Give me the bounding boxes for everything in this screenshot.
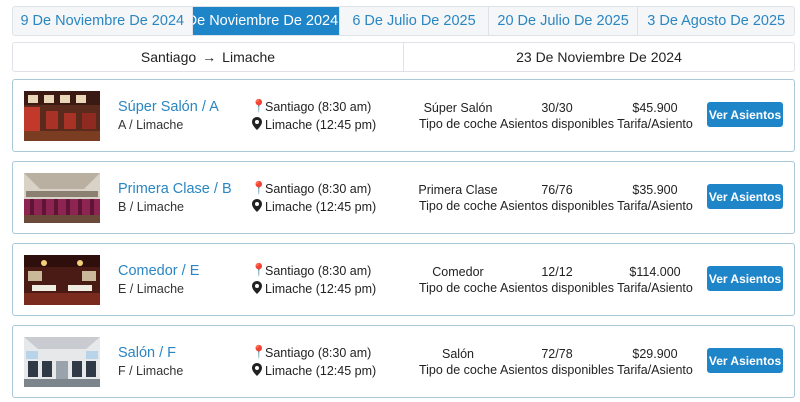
service-subtitle: E / Limache	[118, 282, 185, 296]
route-origin: Santiago	[140, 49, 197, 65]
departure-text: Santiago (8:30 am)	[265, 263, 372, 278]
service-card: Salón / F F / Limache 📍 Santiago (8:30 am…	[12, 325, 795, 398]
seats-value: 72/78	[541, 347, 573, 361]
fare-value: $35.900	[632, 183, 678, 197]
arrow-right-icon: →	[202, 49, 217, 65]
seats: 30/30 Asientos disponibles	[497, 100, 617, 132]
service-subtitle: F / Limache	[118, 364, 184, 378]
map-marker-icon	[251, 281, 263, 297]
fare: $114.000 Tarifa/Asiento	[611, 264, 699, 296]
departure-text: Santiago (8:30 am)	[265, 345, 372, 360]
pin-icon: 📍	[251, 345, 267, 359]
seats-value: 30/30	[541, 101, 573, 115]
seats: 72/78 Asientos disponibles	[497, 346, 617, 378]
arrival-text: Limache (12:45 pm)	[265, 118, 377, 132]
view-seats-button[interactable]: Ver Asientos	[707, 266, 783, 291]
departure-text: Santiago (8:30 am)	[265, 181, 372, 196]
seats-value: 12/12	[541, 265, 573, 279]
fare-label: Tarifa/Asiento	[617, 117, 693, 131]
arrival: Limache (12:45 pm)	[251, 281, 376, 297]
date-tab-5[interactable]: 3 De Agosto De 2025	[638, 7, 794, 35]
seats: 12/12 Asientos disponibles	[497, 264, 617, 296]
arrival-text: Limache (12:45 pm)	[265, 282, 377, 296]
route-origin-destination: Santiago → Limache	[13, 43, 403, 71]
fare-value: $45.900	[632, 101, 678, 115]
route-destination: Limache	[222, 49, 276, 65]
fare-label: Tarifa/Asiento	[617, 199, 693, 213]
map-marker-icon	[251, 199, 263, 215]
map-marker-icon	[251, 117, 263, 133]
service-name[interactable]: Primera Clase / B	[118, 181, 232, 197]
departure-text: Santiago (8:30 am)	[265, 99, 372, 114]
date-tabs: 9 De Noviembre De 2024 23 De Noviembre D…	[12, 6, 795, 36]
fare-value: $29.900	[632, 347, 678, 361]
fare-value: $114.000	[629, 265, 681, 279]
departure: 📍 Santiago (8:30 am)	[251, 99, 371, 114]
departure: 📍 Santiago (8:30 am)	[251, 181, 371, 196]
route-summary: Santiago → Limache 23 De Noviembre De 20…	[12, 42, 795, 72]
view-seats-button[interactable]: Ver Asientos	[707, 348, 783, 373]
map-marker-icon	[251, 363, 263, 379]
date-tab-2-active[interactable]: 23 De Noviembre De 2024	[192, 7, 341, 35]
seats-label: Asientos disponibles	[500, 363, 614, 377]
fare-label: Tarifa/Asiento	[617, 281, 693, 295]
service-name[interactable]: Súper Salón / A	[118, 99, 219, 115]
pin-icon: 📍	[251, 181, 267, 195]
route-date: 23 De Noviembre De 2024	[403, 43, 794, 71]
seats: 76/76 Asientos disponibles	[497, 182, 617, 214]
date-tab-1[interactable]: 9 De Noviembre De 2024	[13, 7, 193, 35]
coach-photo	[24, 91, 100, 141]
seats-label: Asientos disponibles	[500, 117, 614, 131]
service-card: Primera Clase / B B / Limache 📍 Santiago …	[12, 161, 795, 234]
coach-photo	[24, 255, 100, 305]
fare: $45.900 Tarifa/Asiento	[611, 100, 699, 132]
service-subtitle: A / Limache	[118, 118, 184, 132]
pin-icon: 📍	[251, 263, 267, 277]
service-card: Comedor / E E / Limache 📍 Santiago (8:30 …	[12, 243, 795, 316]
view-seats-button[interactable]: Ver Asientos	[707, 184, 783, 209]
departure: 📍 Santiago (8:30 am)	[251, 263, 371, 278]
arrival: Limache (12:45 pm)	[251, 363, 376, 379]
service-card: Súper Salón / A A / Limache 📍 Santiago (8…	[12, 79, 795, 152]
service-name[interactable]: Salón / F	[118, 345, 176, 361]
coach-photo	[24, 337, 100, 387]
arrival-text: Limache (12:45 pm)	[265, 200, 377, 214]
pin-icon: 📍	[251, 99, 267, 113]
date-tab-4[interactable]: 20 De Julio De 2025	[489, 7, 639, 35]
view-seats-button[interactable]: Ver Asientos	[707, 102, 783, 127]
fare-label: Tarifa/Asiento	[617, 363, 693, 377]
seats-label: Asientos disponibles	[500, 281, 614, 295]
date-tab-3[interactable]: 6 De Julio De 2025	[340, 7, 489, 35]
coach-photo	[24, 173, 100, 223]
fare: $29.900 Tarifa/Asiento	[611, 346, 699, 378]
seats-label: Asientos disponibles	[500, 199, 614, 213]
service-name[interactable]: Comedor / E	[118, 263, 199, 279]
arrival: Limache (12:45 pm)	[251, 117, 376, 133]
fare: $35.900 Tarifa/Asiento	[611, 182, 699, 214]
arrival: Limache (12:45 pm)	[251, 199, 376, 215]
arrival-text: Limache (12:45 pm)	[265, 364, 377, 378]
departure: 📍 Santiago (8:30 am)	[251, 345, 371, 360]
seats-value: 76/76	[541, 183, 573, 197]
service-subtitle: B / Limache	[118, 200, 185, 214]
